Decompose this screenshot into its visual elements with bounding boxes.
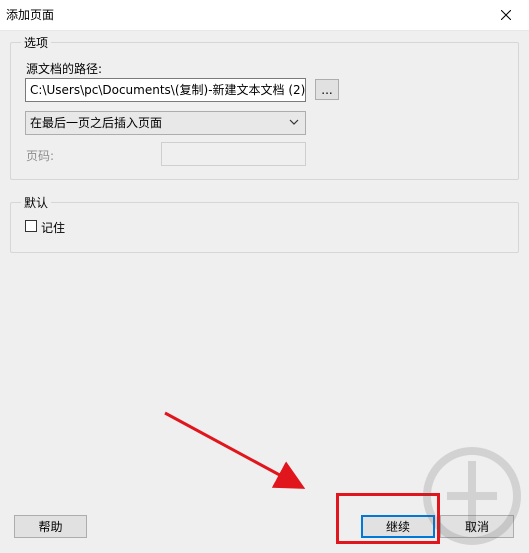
page-number-field[interactable] [161,142,306,166]
options-group-legend: 选项 [21,34,52,51]
remember-label: 记住 [41,221,66,235]
browse-button[interactable]: ... [315,79,339,100]
insert-mode-select[interactable]: 在最后一页之后插入页面 [25,111,306,135]
continue-button[interactable]: 继续 [361,515,435,538]
defaults-group: 默认 [10,194,519,253]
insert-mode-value: 在最后一页之后插入页面 [30,116,163,130]
close-icon [501,10,511,20]
close-button[interactable] [483,0,529,30]
title-bar: 添加页面 [0,0,529,31]
add-page-dialog: 添加页面 选项 源文档的路径: C:\Users\pc\Documents\(复… [0,0,529,553]
window-title: 添加页面 [6,8,55,22]
source-path-label: 源文档的路径: [26,62,103,76]
defaults-group-legend: 默认 [21,194,52,211]
source-path-field[interactable]: C:\Users\pc\Documents\(复制)-新建文本文档 (2) [25,78,306,102]
help-button[interactable]: 帮助 [14,515,87,538]
page-number-label: 页码: [26,149,55,163]
chevron-down-icon [289,119,299,125]
cancel-button[interactable]: 取消 [440,515,514,538]
remember-checkbox[interactable] [25,220,37,232]
